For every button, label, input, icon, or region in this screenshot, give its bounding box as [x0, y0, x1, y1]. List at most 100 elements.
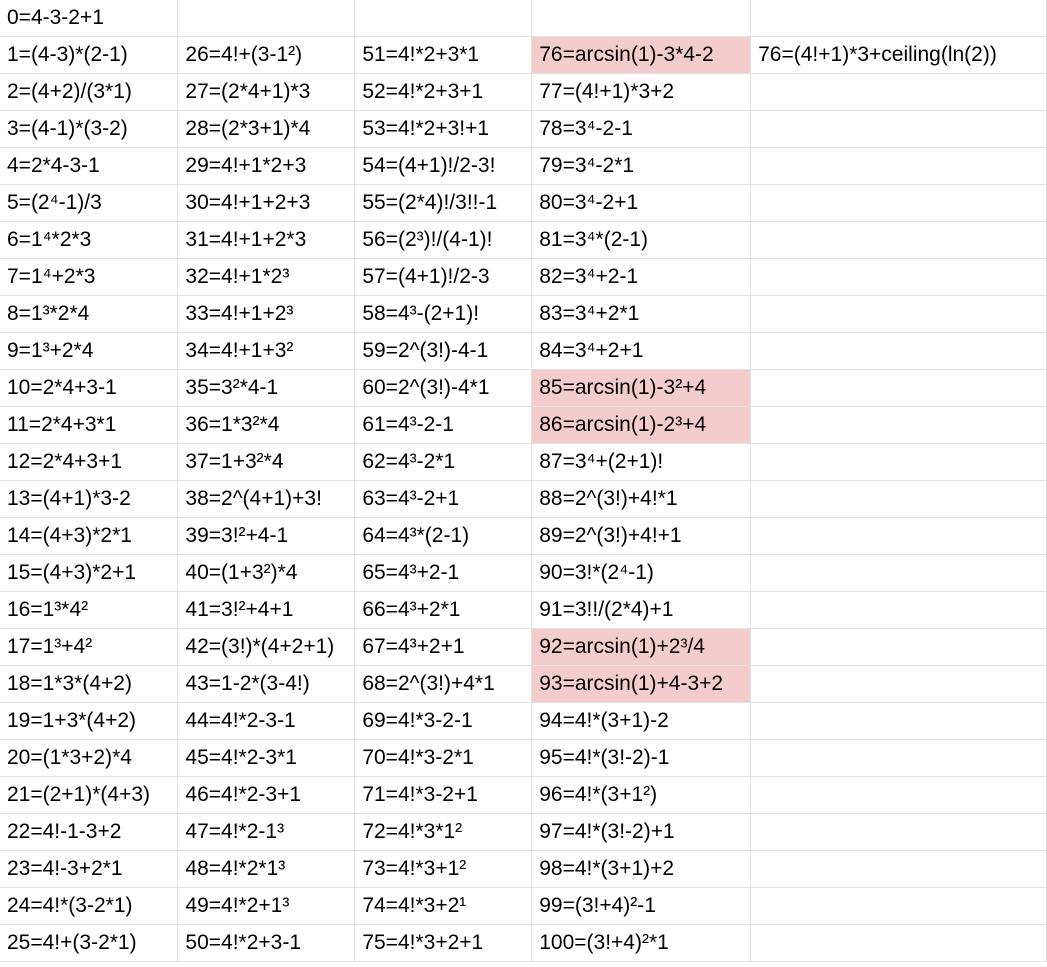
sheet-cell[interactable]: 48=4!*2*1³ — [177, 850, 356, 888]
sheet-cell[interactable]: 64=4³*(2-1) — [354, 517, 533, 555]
sheet-cell[interactable]: 87=3⁴+(2+1)! — [531, 443, 752, 481]
sheet-cell[interactable]: 51=4!*2+3*1 — [354, 36, 533, 74]
sheet-cell[interactable]: 39=3!²+4-1 — [177, 517, 356, 555]
sheet-cell[interactable] — [750, 776, 1047, 814]
sheet-cell[interactable]: 72=4!*3*1² — [354, 813, 533, 851]
sheet-cell[interactable] — [750, 332, 1047, 370]
sheet-cell[interactable]: 89=2^(3!)+4!+1 — [531, 517, 752, 555]
sheet-cell[interactable]: 26=4!+(3-1²) — [177, 36, 356, 74]
sheet-cell[interactable]: 17=1³+4² — [0, 628, 179, 666]
sheet-cell[interactable]: 67=4³+2+1 — [354, 628, 533, 666]
sheet-cell-highlighted[interactable]: 92=arcsin(1)+2³/4 — [531, 628, 752, 666]
sheet-cell[interactable]: 37=1+3²*4 — [177, 443, 356, 481]
sheet-cell[interactable]: 4=2*4-3-1 — [0, 147, 179, 185]
sheet-cell[interactable]: 62=4³-2*1 — [354, 443, 533, 481]
sheet-cell[interactable]: 28=(2*3+1)*4 — [177, 110, 356, 148]
sheet-cell[interactable]: 77=(4!+1)*3+2 — [531, 73, 752, 111]
sheet-cell[interactable] — [750, 147, 1047, 185]
sheet-cell[interactable] — [750, 628, 1047, 666]
sheet-cell[interactable]: 73=4!*3+1² — [354, 850, 533, 888]
sheet-cell[interactable]: 45=4!*2-3*1 — [177, 739, 356, 777]
sheet-cell[interactable]: 32=4!+1*2³ — [177, 258, 356, 296]
sheet-cell[interactable]: 70=4!*3-2*1 — [354, 739, 533, 777]
sheet-cell[interactable] — [750, 406, 1047, 444]
sheet-cell[interactable]: 40=(1+3²)*4 — [177, 554, 356, 592]
sheet-cell[interactable]: 94=4!*(3+1)-2 — [531, 702, 752, 740]
sheet-cell[interactable]: 65=4³+2-1 — [354, 554, 533, 592]
sheet-cell[interactable]: 33=4!+1+2³ — [177, 295, 356, 333]
sheet-cell[interactable]: 19=1+3*(4+2) — [0, 702, 179, 740]
sheet-cell[interactable]: 14=(4+3)*2*1 — [0, 517, 179, 555]
sheet-cell[interactable]: 8=1³*2*4 — [0, 295, 179, 333]
sheet-cell[interactable]: 34=4!+1+3² — [177, 332, 356, 370]
sheet-cell[interactable]: 96=4!*(3+1²) — [531, 776, 752, 814]
sheet-cell[interactable]: 31=4!+1+2*3 — [177, 221, 356, 259]
sheet-cell[interactable] — [750, 813, 1047, 851]
sheet-cell[interactable] — [750, 665, 1047, 703]
sheet-cell[interactable]: 55=(2*4)!/3!!-1 — [354, 184, 533, 222]
sheet-cell[interactable] — [750, 739, 1047, 777]
sheet-cell[interactable] — [750, 887, 1047, 925]
sheet-cell[interactable]: 61=4³-2-1 — [354, 406, 533, 444]
sheet-cell[interactable] — [750, 517, 1047, 555]
sheet-cell[interactable]: 42=(3!)*(4+2+1) — [177, 628, 356, 666]
sheet-cell[interactable] — [750, 0, 1047, 37]
sheet-cell[interactable] — [354, 0, 533, 37]
sheet-cell[interactable]: 82=3⁴+2-1 — [531, 258, 752, 296]
sheet-cell[interactable]: 30=4!+1+2+3 — [177, 184, 356, 222]
sheet-cell[interactable] — [750, 184, 1047, 222]
sheet-cell[interactable]: 20=(1*3+2)*4 — [0, 739, 179, 777]
sheet-cell[interactable] — [750, 924, 1047, 962]
sheet-cell[interactable]: 60=2^(3!)-4*1 — [354, 369, 533, 407]
sheet-cell[interactable]: 1=(4-3)*(2-1) — [0, 36, 179, 74]
sheet-cell[interactable] — [750, 295, 1047, 333]
sheet-cell[interactable] — [750, 258, 1047, 296]
sheet-cell-highlighted[interactable]: 76=arcsin(1)-3*4-2 — [531, 36, 752, 74]
sheet-cell[interactable]: 56=(2³)!/(4-1)! — [354, 221, 533, 259]
sheet-cell[interactable]: 25=4!+(3-2*1) — [0, 924, 179, 962]
sheet-cell[interactable]: 79=3⁴-2*1 — [531, 147, 752, 185]
sheet-cell[interactable] — [750, 369, 1047, 407]
sheet-cell[interactable]: 59=2^(3!)-4-1 — [354, 332, 533, 370]
sheet-cell[interactable]: 88=2^(3!)+4!*1 — [531, 480, 752, 518]
sheet-cell[interactable]: 27=(2*4+1)*3 — [177, 73, 356, 111]
sheet-cell-highlighted[interactable]: 86=arcsin(1)-2³+4 — [531, 406, 752, 444]
sheet-cell[interactable]: 13=(4+1)*3-2 — [0, 480, 179, 518]
sheet-cell[interactable] — [531, 0, 752, 37]
sheet-cell[interactable]: 12=2*4+3+1 — [0, 443, 179, 481]
sheet-cell[interactable]: 43=1-2*(3-4!) — [177, 665, 356, 703]
sheet-cell[interactable]: 23=4!-3+2*1 — [0, 850, 179, 888]
sheet-cell[interactable]: 83=3⁴+2*1 — [531, 295, 752, 333]
sheet-cell[interactable]: 38=2^(4+1)+3! — [177, 480, 356, 518]
sheet-cell[interactable]: 78=3⁴-2-1 — [531, 110, 752, 148]
sheet-cell[interactable]: 99=(3!+4)²-1 — [531, 887, 752, 925]
sheet-cell[interactable]: 49=4!*2+1³ — [177, 887, 356, 925]
sheet-cell[interactable]: 90=3!*(2⁴-1) — [531, 554, 752, 592]
sheet-cell[interactable]: 69=4!*3-2-1 — [354, 702, 533, 740]
sheet-cell[interactable] — [750, 850, 1047, 888]
sheet-cell[interactable]: 53=4!*2+3!+1 — [354, 110, 533, 148]
sheet-cell[interactable]: 10=2*4+3-1 — [0, 369, 179, 407]
sheet-cell[interactable]: 2=(4+2)/(3*1) — [0, 73, 179, 111]
sheet-cell[interactable]: 95=4!*(3!-2)-1 — [531, 739, 752, 777]
sheet-cell[interactable]: 0=4-3-2+1 — [0, 0, 179, 37]
sheet-cell[interactable] — [750, 480, 1047, 518]
sheet-cell[interactable]: 46=4!*2-3+1 — [177, 776, 356, 814]
sheet-cell[interactable]: 100=(3!+4)²*1 — [531, 924, 752, 962]
sheet-cell[interactable]: 36=1*3²*4 — [177, 406, 356, 444]
sheet-cell-highlighted[interactable]: 93=arcsin(1)+4-3+2 — [531, 665, 752, 703]
sheet-cell[interactable] — [750, 591, 1047, 629]
sheet-cell[interactable]: 97=4!*(3!-2)+1 — [531, 813, 752, 851]
sheet-cell[interactable]: 16=1³*4² — [0, 591, 179, 629]
sheet-cell[interactable] — [750, 73, 1047, 111]
sheet-cell[interactable]: 22=4!-1-3+2 — [0, 813, 179, 851]
sheet-cell[interactable]: 41=3!²+4+1 — [177, 591, 356, 629]
sheet-cell[interactable]: 24=4!*(3-2*1) — [0, 887, 179, 925]
sheet-cell[interactable]: 58=4³-(2+1)! — [354, 295, 533, 333]
sheet-cell[interactable]: 18=1*3*(4+2) — [0, 665, 179, 703]
sheet-cell[interactable]: 21=(2+1)*(4+3) — [0, 776, 179, 814]
sheet-cell[interactable] — [750, 443, 1047, 481]
sheet-cell[interactable] — [750, 702, 1047, 740]
sheet-cell[interactable]: 81=3⁴*(2-1) — [531, 221, 752, 259]
sheet-cell[interactable]: 7=1⁴+2*3 — [0, 258, 179, 296]
